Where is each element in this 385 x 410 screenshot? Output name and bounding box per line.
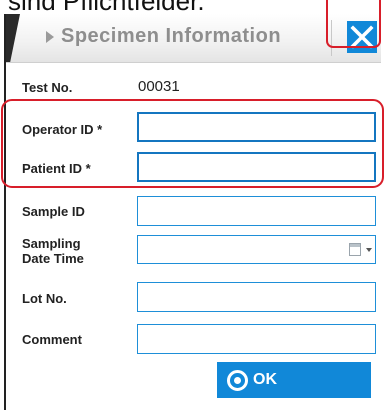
required-fields-highlight-outline — [1, 99, 384, 188]
specimen-information-dialog: Specimen Information Test No. 00031 Oper… — [4, 14, 381, 410]
chevron-down-icon — [366, 248, 372, 252]
close-highlight-outline — [326, 0, 381, 48]
ok-circle-icon — [227, 370, 248, 391]
sampling-date-time-label-line1: Sampling — [22, 236, 81, 251]
sample-id-field[interactable] — [137, 196, 376, 226]
ok-button-label: OK — [253, 371, 277, 388]
sampling-date-time-label-line2: Date Time — [22, 251, 84, 266]
test-no-value: 00031 — [138, 78, 180, 95]
dialog-title: Specimen Information — [61, 25, 282, 47]
comment-label: Comment — [22, 332, 82, 347]
sample-id-label: Sample ID — [22, 204, 85, 219]
sampling-date-time-field[interactable] — [137, 235, 376, 264]
lot-no-field[interactable] — [137, 282, 376, 312]
lot-no-label: Lot No. — [22, 291, 67, 306]
comment-field[interactable] — [137, 324, 376, 354]
title-arrow-icon — [46, 31, 54, 43]
calendar-dropdown-icon[interactable] — [349, 243, 361, 256]
title-decoration — [6, 14, 20, 62]
test-no-label: Test No. — [22, 80, 73, 95]
dialog-titlebar: Specimen Information — [6, 14, 381, 63]
ok-button[interactable]: OK — [217, 362, 371, 398]
